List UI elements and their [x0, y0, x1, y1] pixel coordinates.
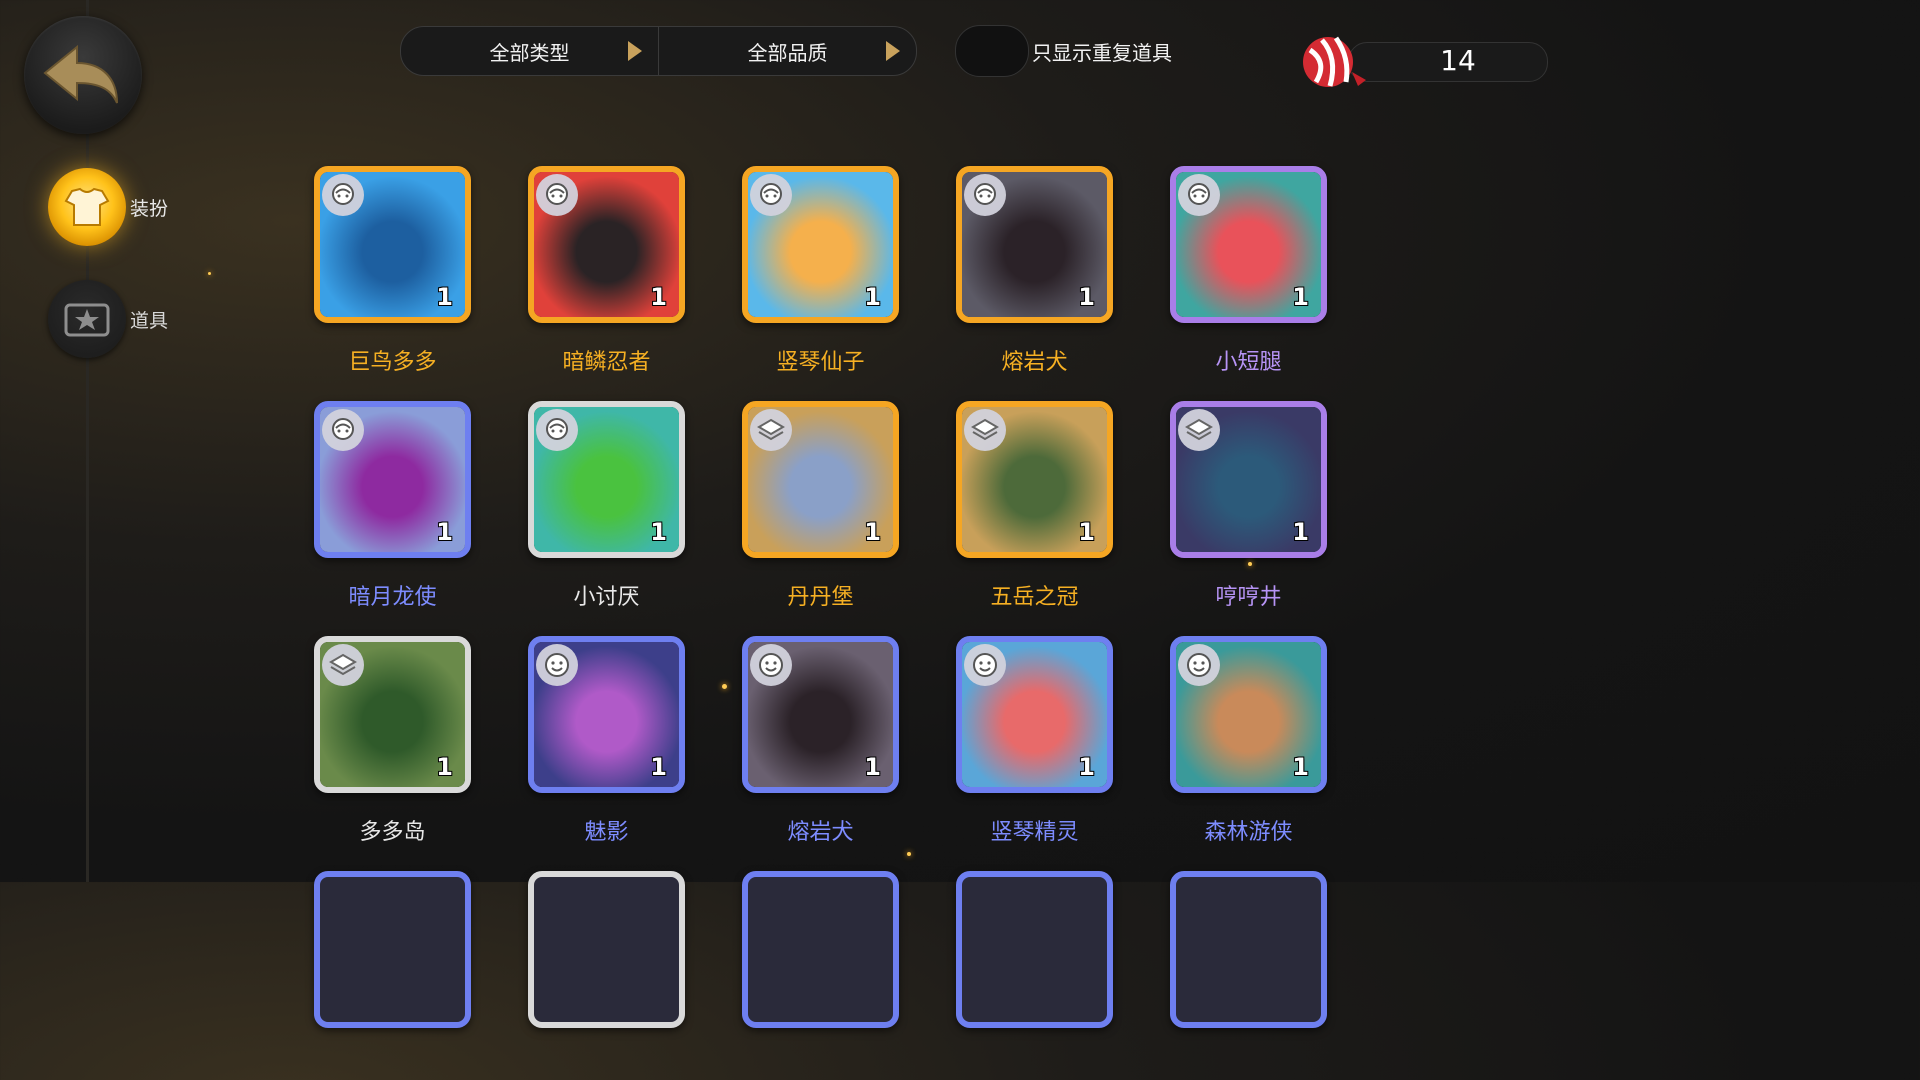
- item-icon: [48, 280, 126, 358]
- back-arrow-icon: [43, 44, 118, 104]
- item-count: 1: [650, 283, 667, 311]
- item-card[interactable]: 1: [528, 166, 685, 323]
- avatar-icon: [964, 174, 1006, 216]
- item-name: 五岳之冠: [990, 585, 1079, 610]
- item-name: 暗鳞忍者: [562, 350, 651, 375]
- item-name: 小讨厌: [573, 585, 640, 610]
- item-card[interactable]: 1: [314, 401, 471, 558]
- item-count: 1: [1292, 753, 1309, 781]
- item-name: 竖琴精灵: [990, 820, 1079, 845]
- item-name: 竖琴仙子: [776, 350, 865, 375]
- item-count: 1: [436, 753, 453, 781]
- item-card[interactable]: 1: [1170, 636, 1327, 793]
- item-count: 1: [864, 283, 881, 311]
- board-icon: [964, 409, 1006, 451]
- sparkle-decoration: [907, 852, 911, 856]
- item-count: 1: [1078, 753, 1095, 781]
- item-card[interactable]: 1: [956, 401, 1113, 558]
- item-card[interactable]: 1: [742, 636, 899, 793]
- avatar-icon: [1178, 174, 1220, 216]
- board-icon: [750, 409, 792, 451]
- item-count: 1: [436, 518, 453, 546]
- emote-icon: [964, 644, 1006, 686]
- avatar-icon: [750, 174, 792, 216]
- avatar-icon: [536, 409, 578, 451]
- quality-filter-label: 全部品质: [747, 40, 828, 65]
- item-count: 1: [1078, 518, 1095, 546]
- item-name: 多多岛: [359, 820, 426, 845]
- item-count: 1: [650, 753, 667, 781]
- nav-item-props[interactable]: 道具: [48, 280, 168, 358]
- item-count: 1: [650, 518, 667, 546]
- item-count: 1: [1078, 283, 1095, 311]
- back-button[interactable]: [24, 16, 142, 134]
- nav-item-label: 道具: [130, 309, 169, 332]
- filter-bar: 全部类型 全部品质: [400, 26, 917, 76]
- type-filter-dropdown[interactable]: 全部类型: [401, 27, 658, 75]
- triangle-right-icon: [628, 41, 642, 61]
- item-card[interactable]: 1: [528, 636, 685, 793]
- board-icon: [1178, 409, 1220, 451]
- currency-value: 14: [1440, 44, 1476, 77]
- outfit-icon: [48, 168, 126, 246]
- item-card[interactable]: 1: [1170, 401, 1327, 558]
- currency-display: 14: [1300, 30, 1550, 87]
- item-card[interactable]: 1: [742, 166, 899, 323]
- quality-filter-dropdown[interactable]: 全部品质: [658, 27, 916, 75]
- sparkle-decoration: [722, 684, 727, 689]
- item-card[interactable]: 1: [314, 166, 471, 323]
- nav-item-label: 装扮: [130, 197, 169, 220]
- item-count: 1: [864, 753, 881, 781]
- item-card[interactable]: 1: [956, 166, 1113, 323]
- duplicate-only-label: 只显示重复道具: [1032, 41, 1172, 65]
- emote-icon: [750, 644, 792, 686]
- item-card[interactable]: 1: [1170, 166, 1327, 323]
- item-count: 1: [864, 518, 881, 546]
- emote-icon: [1178, 644, 1220, 686]
- item-name: 魅影: [584, 820, 629, 845]
- item-card[interactable]: 1: [956, 636, 1113, 793]
- nav-item-outfit[interactable]: 装扮: [48, 168, 168, 246]
- item-card[interactable]: [528, 871, 685, 1028]
- sparkle-decoration: [208, 272, 211, 275]
- item-card[interactable]: [1170, 871, 1327, 1028]
- triangle-right-icon: [886, 41, 900, 61]
- item-card[interactable]: 1: [528, 401, 685, 558]
- avatar-icon: [536, 174, 578, 216]
- sparkle-decoration: [1248, 562, 1252, 566]
- emote-icon: [536, 644, 578, 686]
- item-name: 熔岩犬: [787, 820, 854, 845]
- item-name: 巨鸟多多: [348, 350, 437, 375]
- item-name: 丹丹堡: [787, 585, 854, 610]
- item-count: 1: [1292, 283, 1309, 311]
- item-card[interactable]: [742, 871, 899, 1028]
- item-name: 小短腿: [1215, 350, 1282, 375]
- candy-icon: [1303, 36, 1366, 87]
- item-card[interactable]: [956, 871, 1113, 1028]
- item-count: 1: [436, 283, 453, 311]
- avatar-icon: [322, 409, 364, 451]
- item-card[interactable]: [314, 871, 471, 1028]
- board-icon: [322, 644, 364, 686]
- item-name: 熔岩犬: [1001, 350, 1068, 375]
- item-name: 森林游侠: [1204, 820, 1293, 845]
- item-card[interactable]: 1: [742, 401, 899, 558]
- duplicate-only-toggle[interactable]: [955, 25, 1029, 77]
- item-name: 暗月龙使: [348, 585, 437, 610]
- item-count: 1: [1292, 518, 1309, 546]
- item-card[interactable]: 1: [314, 636, 471, 793]
- item-name: 哼哼井: [1215, 585, 1282, 610]
- type-filter-label: 全部类型: [489, 40, 570, 65]
- avatar-icon: [322, 174, 364, 216]
